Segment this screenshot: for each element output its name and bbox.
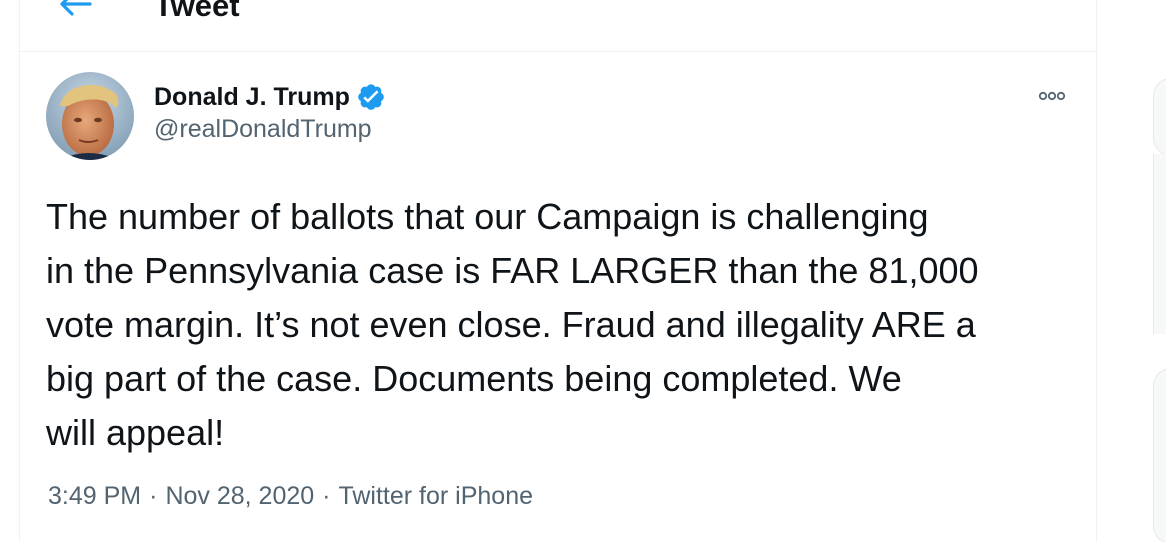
author-info: Donald J. Trump @realDonaldTrump <box>154 80 386 144</box>
tweet-metadata: 3:49 PM · Nov 28, 2020 · Twitter for iPh… <box>48 482 533 511</box>
main-column: Tweet Donald J. Trump @realDonaldTrump T… <box>19 0 1097 542</box>
tweet-text-line: vote margin. It’s not even close. Fraud … <box>46 304 976 345</box>
more-options-button[interactable] <box>1034 84 1070 108</box>
meta-separator: · <box>149 482 158 510</box>
verified-badge-icon <box>356 82 386 112</box>
header: Tweet <box>20 0 1096 52</box>
arrow-left-icon <box>60 0 92 16</box>
tweet-text-line: in the Pennsylvania case is FAR LARGER t… <box>46 250 979 291</box>
name-row: Donald J. Trump <box>154 80 386 114</box>
sidebar-search-box[interactable] <box>1153 78 1166 156</box>
meta-separator: · <box>322 482 331 510</box>
avatar[interactable] <box>46 72 134 160</box>
page: Tweet Donald J. Trump @realDonaldTrump T… <box>0 0 1166 542</box>
back-button[interactable] <box>56 0 96 22</box>
sidebar-card[interactable] <box>1153 368 1166 542</box>
page-title: Tweet <box>154 0 240 23</box>
more-options-icon <box>1038 91 1066 101</box>
tweet-text: The number of ballots that our Campaign … <box>46 190 1086 460</box>
tweet: Donald J. Trump @realDonaldTrump The num… <box>20 52 1096 542</box>
tweet-text-line: big part of the case. Documents being co… <box>46 358 902 399</box>
avatar-photo <box>46 72 134 160</box>
sidebar-panel <box>1153 154 1166 334</box>
right-sidebar <box>1097 0 1166 542</box>
display-name[interactable]: Donald J. Trump <box>154 83 350 112</box>
user-handle[interactable]: @realDonaldTrump <box>154 115 386 144</box>
tweet-source[interactable]: Twitter for iPhone <box>338 482 533 511</box>
tweet-text-line: The number of ballots that our Campaign … <box>46 196 929 237</box>
tweet-text-line: will appeal! <box>46 412 225 453</box>
tweet-time[interactable]: 3:49 PM <box>48 482 141 511</box>
tweet-date[interactable]: Nov 28, 2020 <box>165 482 314 511</box>
